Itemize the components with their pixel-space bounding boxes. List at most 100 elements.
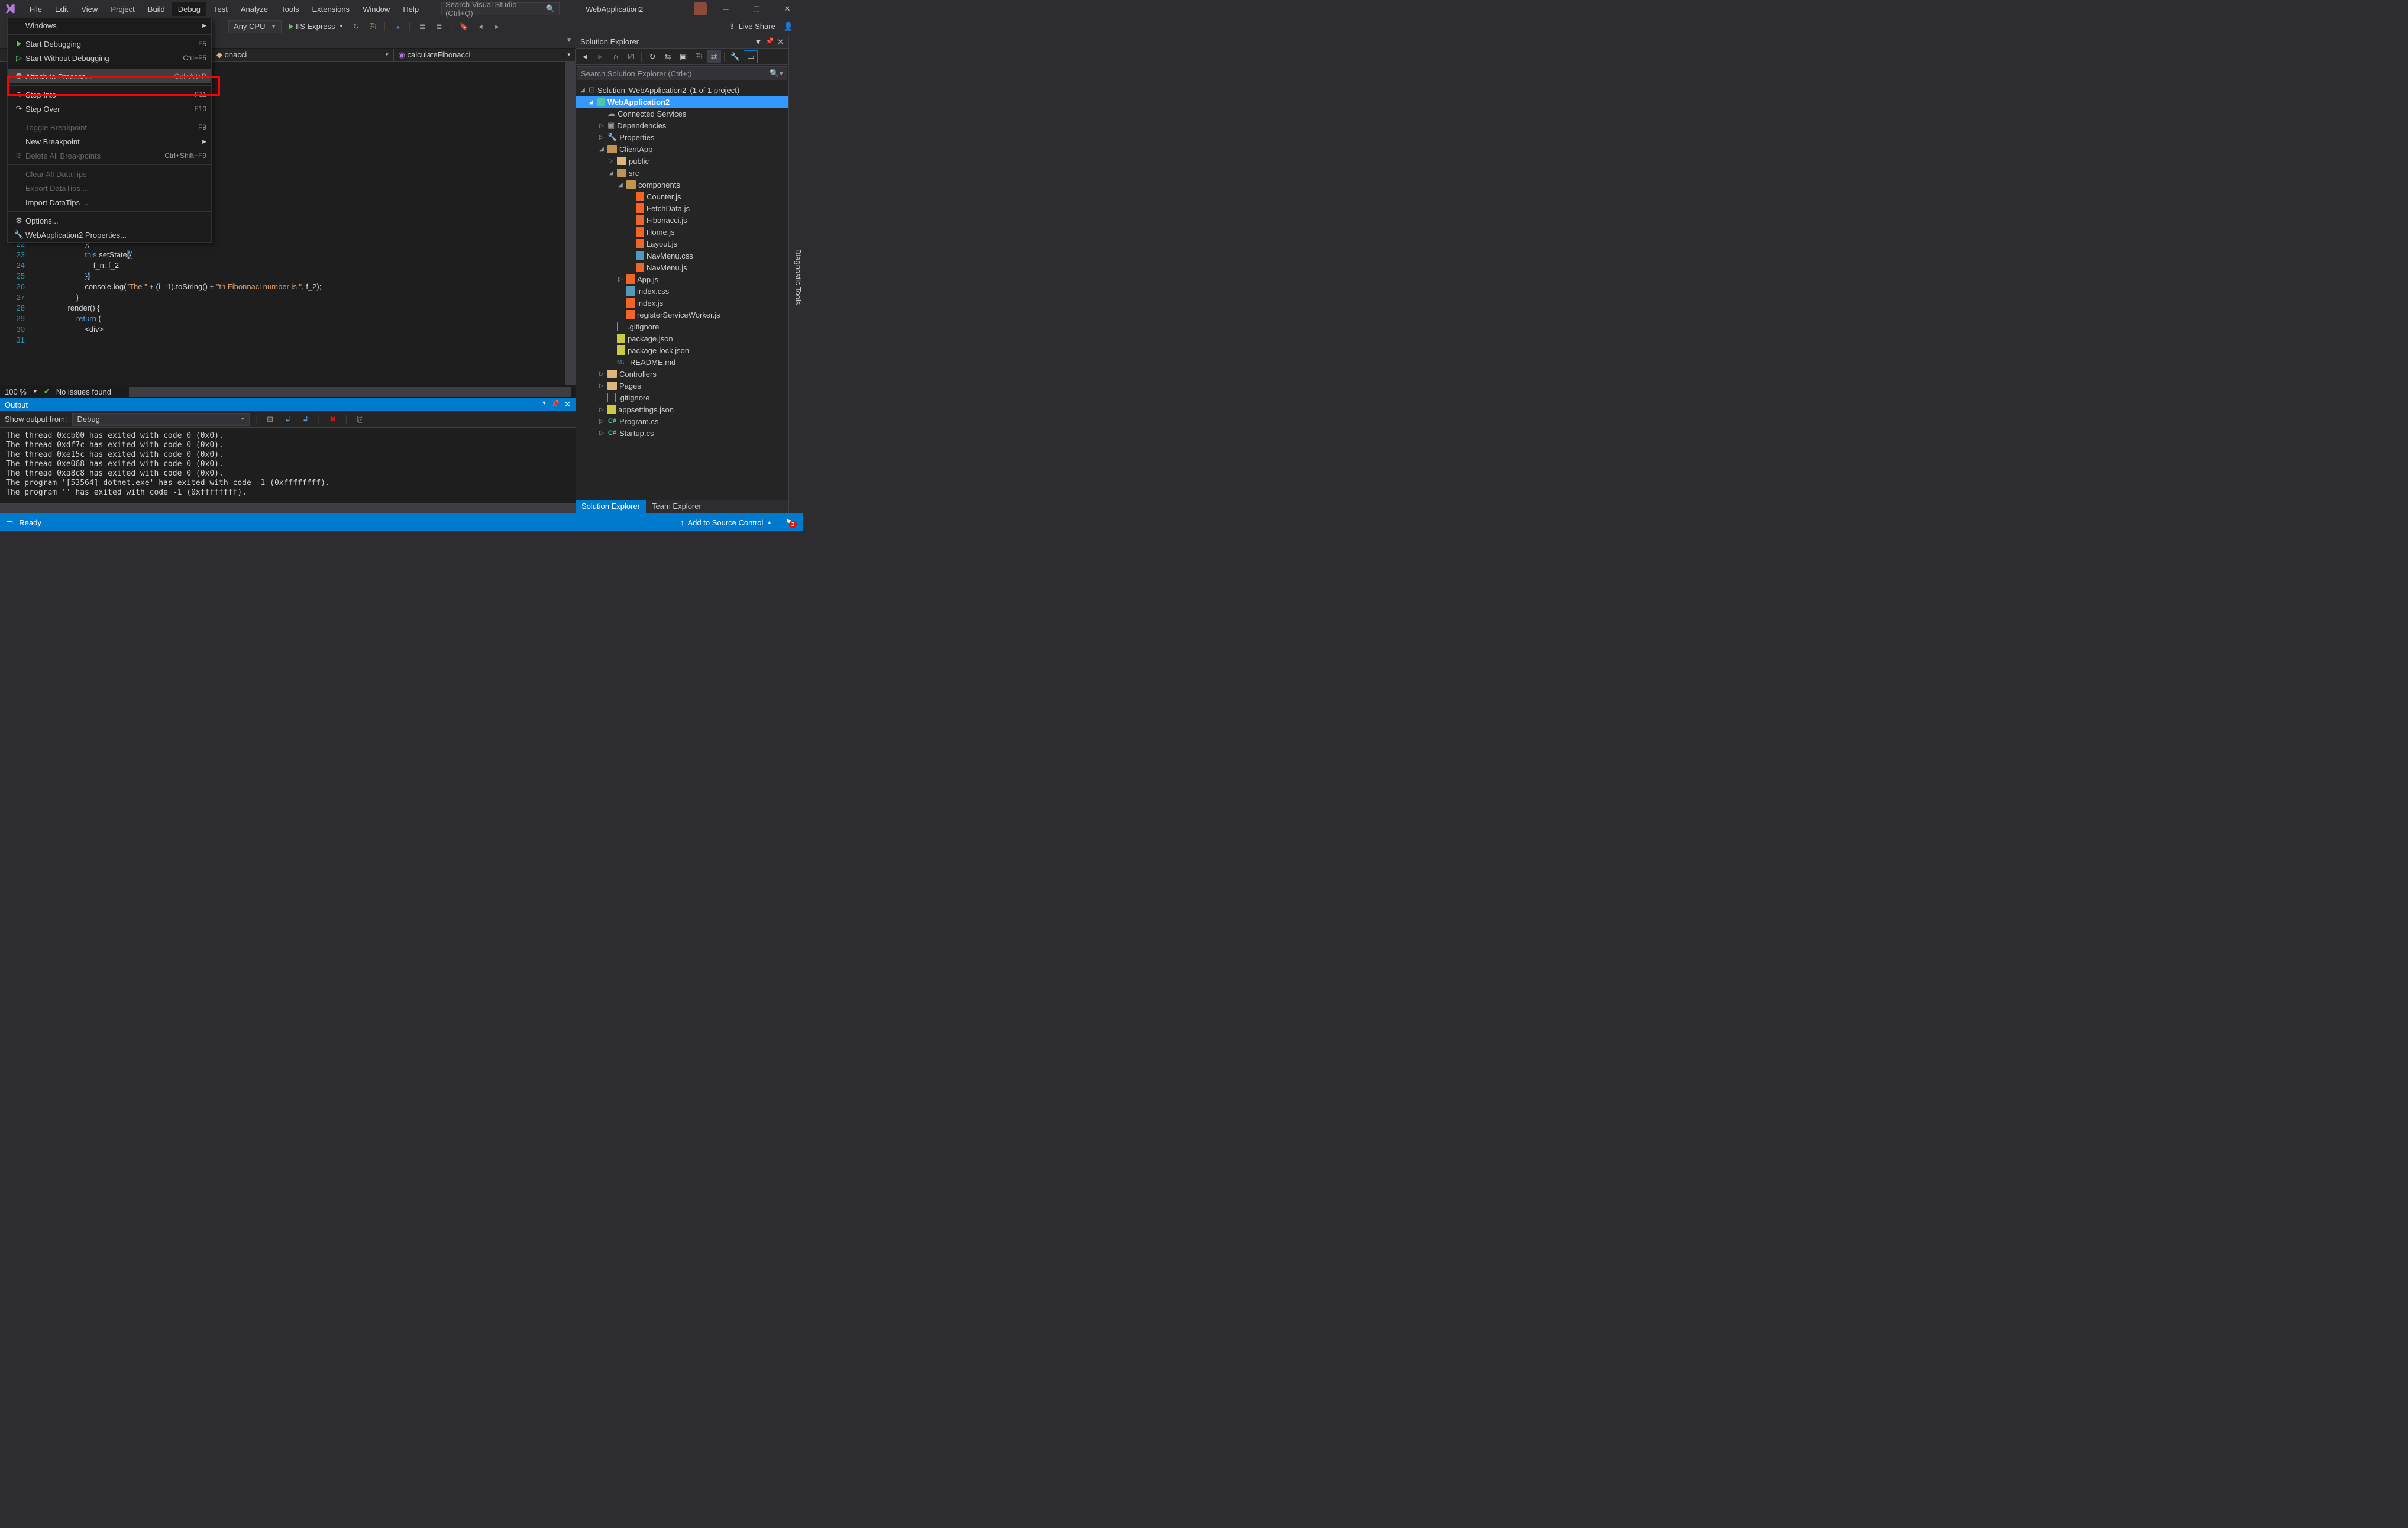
indent-icon[interactable]: ≣ bbox=[432, 20, 445, 33]
tree-item[interactable]: M↓ README.md bbox=[576, 356, 788, 368]
close-panel-icon[interactable]: ✕ bbox=[564, 400, 571, 409]
menu-debug[interactable]: Debug bbox=[172, 2, 206, 16]
menu-analyze[interactable]: Analyze bbox=[235, 2, 274, 16]
notifications-button[interactable]: ⚑ 2 bbox=[785, 517, 797, 528]
pin-icon[interactable]: 📌 bbox=[765, 37, 774, 47]
solution-search-box[interactable]: Search Solution Explorer (Ctrl+;) 🔍▾ bbox=[577, 66, 787, 80]
debug-menu-item[interactable]: Start DebuggingF5 bbox=[8, 37, 211, 51]
live-share-button[interactable]: ⇪ Live Share 👤 bbox=[729, 22, 793, 31]
tree-item[interactable]: ▷ public bbox=[576, 155, 788, 167]
refresh-icon[interactable]: ↻ bbox=[350, 20, 363, 33]
tree-item[interactable]: ▷C# Program.cs bbox=[576, 415, 788, 427]
debug-menu-item[interactable]: Windows▶ bbox=[8, 18, 211, 33]
tree-item[interactable]: NavMenu.css bbox=[576, 250, 788, 261]
tab-dropdown-icon[interactable]: ▼ bbox=[563, 35, 576, 46]
refresh-icon[interactable]: ↻ bbox=[645, 50, 660, 63]
menu-test[interactable]: Test bbox=[208, 2, 234, 16]
menu-window[interactable]: Window bbox=[357, 2, 396, 16]
outdent-icon[interactable]: ≣ bbox=[416, 20, 429, 33]
tree-item[interactable]: ▷C# Startup.cs bbox=[576, 427, 788, 439]
nav-member-combo[interactable]: ◉ calculateFibonacci▾ bbox=[394, 49, 576, 61]
debug-menu-item[interactable]: ⚙Options... bbox=[8, 214, 211, 228]
preview-icon[interactable]: ▭ bbox=[744, 50, 758, 63]
home-icon[interactable]: ⌂ bbox=[609, 50, 623, 63]
tree-item[interactable]: .gitignore bbox=[576, 321, 788, 332]
tree-item[interactable]: ▷ appsettings.json bbox=[576, 403, 788, 415]
tree-item[interactable]: .gitignore bbox=[576, 392, 788, 403]
tab-team-explorer[interactable]: Team Explorer bbox=[646, 500, 707, 513]
menu-edit[interactable]: Edit bbox=[49, 2, 74, 16]
editor-scrollbar-h[interactable] bbox=[129, 387, 571, 397]
tree-item[interactable]: FetchData.js bbox=[576, 202, 788, 214]
editor-scrollbar-v[interactable] bbox=[565, 62, 576, 385]
menu-help[interactable]: Help bbox=[397, 2, 425, 16]
close-panel-icon[interactable]: ✕ bbox=[777, 37, 784, 47]
solution-root[interactable]: ◢⊡ Solution 'WebApplication2' (1 of 1 pr… bbox=[576, 84, 788, 96]
tree-item[interactable]: ▷ App.js bbox=[576, 273, 788, 285]
output-scrollbar-h[interactable] bbox=[0, 503, 576, 513]
tree-item[interactable]: ◢ components bbox=[576, 179, 788, 190]
toggle-ww-icon[interactable]: ↲ bbox=[282, 413, 295, 426]
debug-menu-item[interactable]: ⚙Attach to Process...Ctrl+Alt+P bbox=[8, 69, 211, 83]
user-avatar[interactable] bbox=[694, 2, 707, 15]
nav-class-combo[interactable]: ◆ onacci▾ bbox=[212, 49, 394, 61]
output-text[interactable]: The thread 0xcb00 has exited with code 0… bbox=[0, 428, 576, 503]
tree-item[interactable]: Fibonacci.js bbox=[576, 214, 788, 226]
sol-dropdown-icon[interactable]: ▼ bbox=[755, 37, 762, 47]
tree-item[interactable]: ▷▣ Dependencies bbox=[576, 119, 788, 131]
output-source-combo[interactable]: Debug▾ bbox=[72, 413, 250, 426]
tree-item[interactable]: ◢ ClientApp bbox=[576, 143, 788, 155]
show-all-icon[interactable]: ▣ bbox=[676, 50, 690, 63]
output-dropdown-icon[interactable]: ▼ bbox=[541, 400, 547, 409]
tree-item[interactable]: index.css bbox=[576, 285, 788, 297]
properties-icon[interactable]: 🔧 bbox=[728, 50, 742, 63]
menu-view[interactable]: View bbox=[75, 2, 104, 16]
platform-combo[interactable]: Any CPU▼ bbox=[228, 20, 282, 33]
goto-icon[interactable]: ⎘ bbox=[354, 413, 367, 426]
tree-item[interactable]: Counter.js bbox=[576, 190, 788, 202]
project-node[interactable]: ◢ WebApplication2 bbox=[576, 96, 788, 108]
menu-tools[interactable]: Tools bbox=[275, 2, 305, 16]
debug-menu-item[interactable]: ↴Step IntoF11 bbox=[8, 88, 211, 102]
debug-menu-item[interactable]: Import DataTips ... bbox=[8, 195, 211, 209]
tree-item[interactable]: NavMenu.js bbox=[576, 261, 788, 273]
tree-item[interactable]: ▷ Controllers bbox=[576, 368, 788, 380]
tree-item[interactable]: ▷🔧 Properties bbox=[576, 131, 788, 143]
bookmark-icon[interactable]: 🔖 bbox=[457, 20, 470, 33]
debug-menu-item[interactable]: New Breakpoint▶ bbox=[8, 134, 211, 148]
debug-menu-item[interactable]: ↷Step OverF10 bbox=[8, 102, 211, 116]
copy-icon[interactable]: ⎘ bbox=[691, 50, 706, 63]
tree-item[interactable]: Home.js bbox=[576, 226, 788, 238]
debug-menu-item[interactable]: 🔧WebApplication2 Properties... bbox=[8, 228, 211, 242]
tree-item[interactable]: package.json bbox=[576, 332, 788, 344]
toggle-ww2-icon[interactable]: ↲ bbox=[299, 413, 312, 426]
fwd-icon[interactable]: ► bbox=[593, 50, 607, 63]
clear-output-icon[interactable]: ⊟ bbox=[264, 413, 277, 426]
debug-menu-item[interactable]: ▷Start Without DebuggingCtrl+F5 bbox=[8, 51, 211, 65]
clear-all-icon[interactable]: ✖ bbox=[327, 413, 340, 426]
menu-build[interactable]: Build bbox=[142, 2, 171, 16]
close-button[interactable]: ✕ bbox=[775, 1, 799, 17]
maximize-button[interactable]: ▢ bbox=[745, 1, 768, 17]
pin-icon[interactable]: 📌 bbox=[551, 400, 560, 409]
sync-icon[interactable]: ⇄ bbox=[707, 50, 721, 63]
step-icon[interactable]: ⤷ bbox=[391, 20, 404, 33]
menu-file[interactable]: File bbox=[24, 2, 48, 16]
tree-item[interactable]: registerServiceWorker.js bbox=[576, 309, 788, 321]
back-icon[interactable]: ◄ bbox=[578, 50, 592, 63]
tab-solution-explorer[interactable]: Solution Explorer bbox=[576, 500, 646, 513]
tree-item[interactable]: package-lock.json bbox=[576, 344, 788, 356]
tree-item[interactable]: ▷ Pages bbox=[576, 380, 788, 392]
tree-item[interactable]: Layout.js bbox=[576, 238, 788, 250]
bookmark-prev-icon[interactable]: ◂ bbox=[474, 20, 487, 33]
diagnostic-tools-tab[interactable]: Diagnostic Tools bbox=[788, 35, 803, 513]
menu-project[interactable]: Project bbox=[105, 2, 140, 16]
global-search-box[interactable]: Search Visual Studio (Ctrl+Q) 🔍 bbox=[441, 2, 560, 15]
zoom-dropdown-icon[interactable]: ▼ bbox=[33, 389, 38, 395]
minimize-button[interactable]: ─ bbox=[714, 1, 738, 17]
collapse-icon[interactable]: ⇆ bbox=[661, 50, 675, 63]
start-debug-button[interactable]: IIS Express▾ bbox=[285, 22, 346, 31]
tree-item[interactable]: ◢ src bbox=[576, 167, 788, 179]
tree-item[interactable]: index.js bbox=[576, 297, 788, 309]
tree-item[interactable]: ☁ Connected Services bbox=[576, 108, 788, 119]
